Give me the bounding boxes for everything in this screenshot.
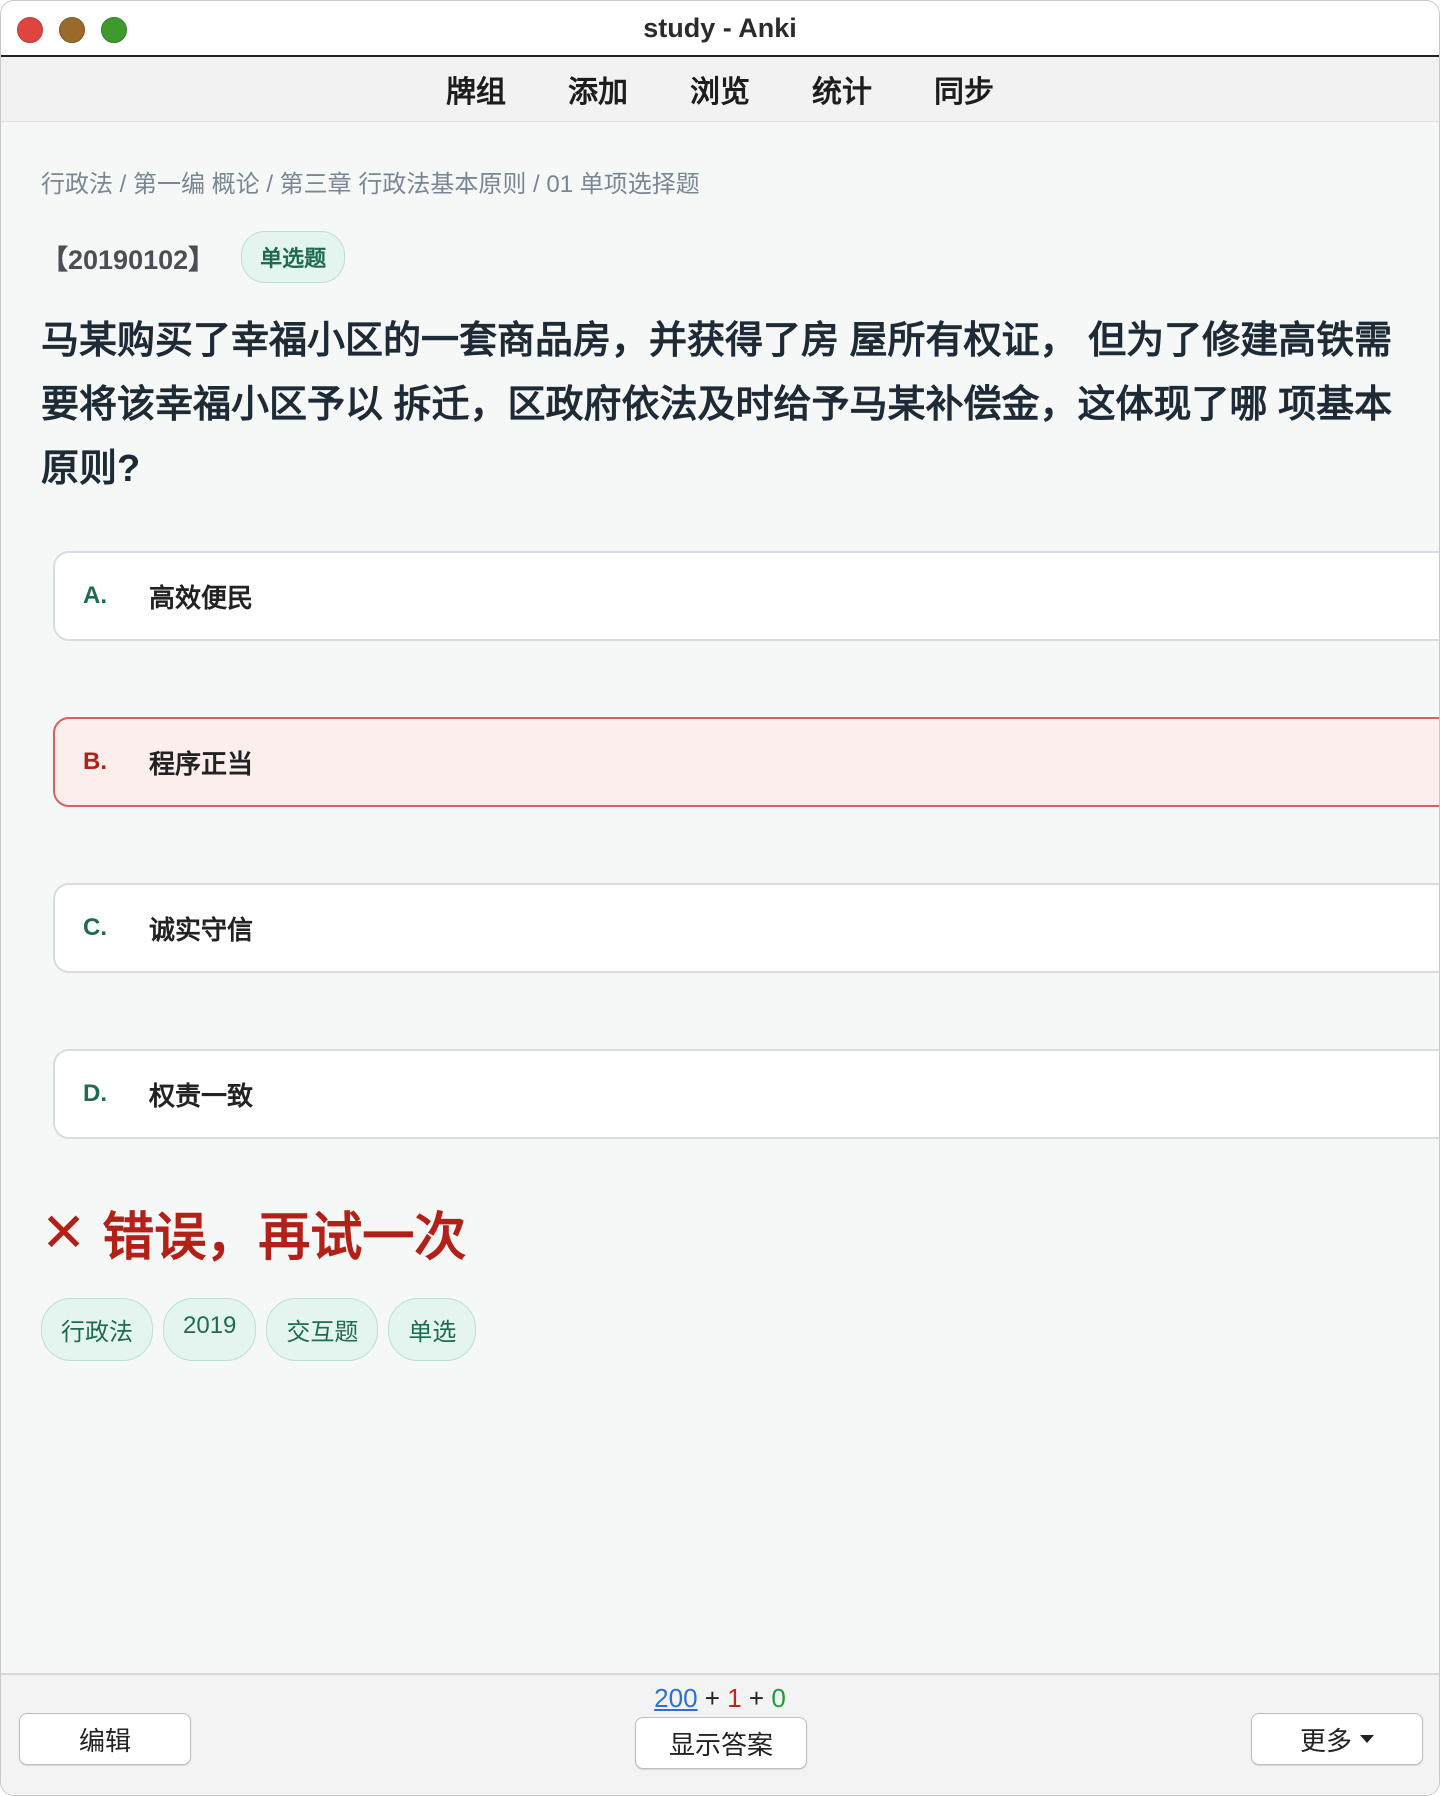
window-title: study - Anki (643, 13, 797, 43)
chevron-down-icon (1360, 1735, 1374, 1743)
tag: 行政法 (41, 1298, 153, 1361)
question-text: 马某购买了幸福小区的一套商品房，并获得了房 屋所有权证， 但为了修建高铁需要将该… (41, 320, 1393, 490)
menu-decks[interactable]: 牌组 (442, 61, 510, 117)
wrong-answer-feedback: ✕ 错误，再试一次 (41, 1195, 1399, 1270)
option-text: 程序正当 (149, 748, 254, 779)
option-d[interactable]: D. 权责一致 (53, 1049, 1439, 1139)
menu-add[interactable]: 添加 (564, 61, 632, 117)
option-letter: B. (83, 748, 107, 775)
tag: 2019 (163, 1298, 257, 1361)
count-separator: + (748, 1683, 765, 1713)
title-bar: study - Anki (1, 1, 1439, 57)
option-letter: C. (83, 914, 107, 941)
more-button[interactable]: 更多 (1251, 1713, 1423, 1765)
more-label: 更多 (1299, 1725, 1352, 1756)
review-count: 0 (771, 1683, 786, 1713)
cross-icon: ✕ (41, 1203, 87, 1263)
feedback-text: 错误，再试一次 (102, 1209, 467, 1267)
edit-button[interactable]: 编辑 (19, 1713, 191, 1765)
menu-browse[interactable]: 浏览 (686, 61, 754, 117)
new-count[interactable]: 200 (654, 1683, 697, 1713)
main-menu: 牌组 添加 浏览 统计 同步 (1, 57, 1439, 122)
question-type-badge: 单选题 (241, 231, 346, 283)
review-bottom-bar: 200 + 1 + 0 编辑 显示答案 更多 (1, 1673, 1439, 1795)
menu-sync[interactable]: 同步 (930, 61, 998, 117)
tag: 交互题 (266, 1298, 379, 1361)
answer-options: A. 高效便民 B. 程序正当 C. 诚实守信 D. 权责一致 (53, 551, 1439, 1139)
deck-breadcrumb: 行政法 / 第一编 概论 / 第三章 行政法基本原则 / 01 单项选择题 (41, 171, 700, 198)
count-separator: + (704, 1683, 720, 1713)
option-c[interactable]: C. 诚实守信 (53, 883, 1439, 973)
option-b[interactable]: B. 程序正当 (53, 717, 1439, 807)
card-tags: 行政法 2019 交互题 单选 (41, 1298, 1399, 1361)
question-meta: 【20190102】 单选题 (41, 231, 1399, 283)
option-a[interactable]: A. 高效便民 (53, 551, 1439, 641)
learn-count: 1 (727, 1683, 742, 1713)
option-text: 权责一致 (149, 1080, 254, 1111)
option-text: 诚实守信 (149, 914, 254, 945)
due-counts: 200 + 1 + 0 (1, 1683, 1439, 1714)
option-letter: D. (83, 1080, 107, 1107)
show-answer-button[interactable]: 显示答案 (635, 1717, 807, 1769)
tag: 单选 (388, 1298, 477, 1361)
question-id: 【20190102】 (41, 244, 216, 275)
option-letter: A. (83, 582, 107, 609)
option-text: 高效便民 (149, 582, 254, 613)
anki-window: study - Anki 牌组 添加 浏览 统计 同步 行政法 / 第一编 概论… (0, 0, 1440, 1796)
card-content: 行政法 / 第一编 概论 / 第三章 行政法基本原则 / 01 单项选择题 【2… (1, 164, 1439, 1361)
menu-stats[interactable]: 统计 (808, 61, 876, 117)
